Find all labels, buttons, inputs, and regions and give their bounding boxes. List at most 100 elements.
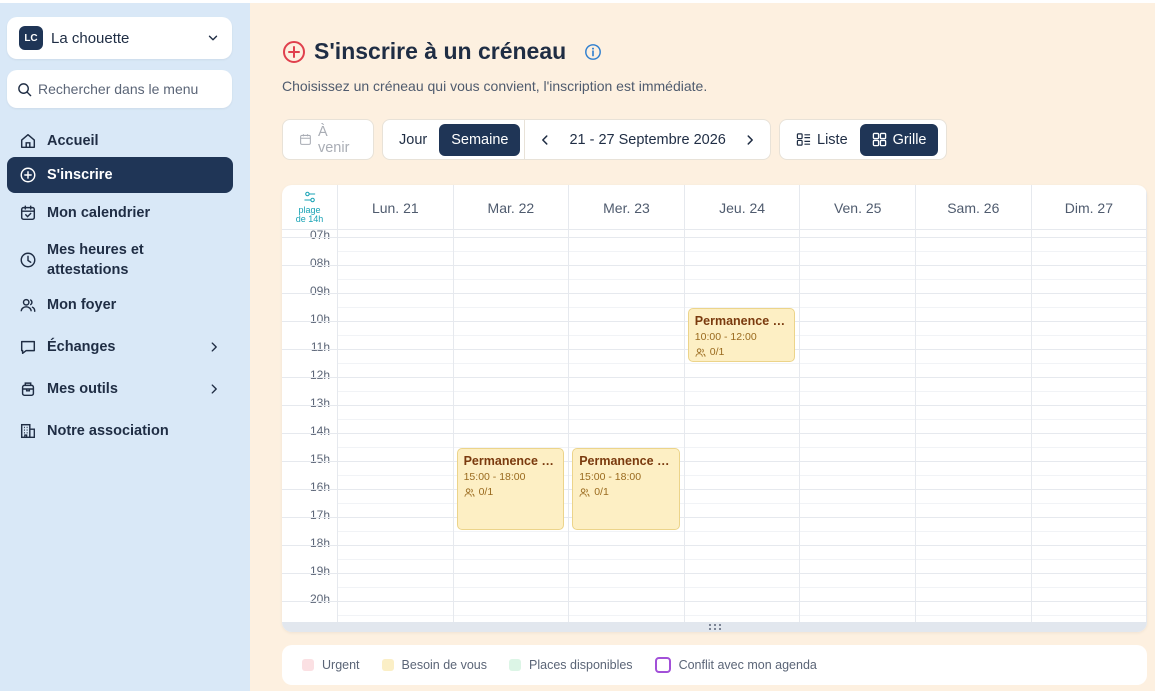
plus-circle-icon: [283, 40, 305, 63]
page-title: S'inscrire à un créneau: [314, 38, 567, 64]
sidebar-item-mes-heures[interactable]: Mes heures et attestations: [7, 239, 233, 281]
legend-item: Places disponibles: [509, 658, 633, 672]
sidebar-item-mon-foyer[interactable]: Mon foyer: [7, 288, 233, 322]
sidebar-item-mon-calendrier[interactable]: Mon calendrier: [7, 196, 233, 230]
legend-label: Places disponibles: [529, 658, 633, 672]
building-icon: [20, 423, 35, 439]
org-name: La chouette: [51, 29, 130, 47]
users-icon: [464, 487, 475, 497]
grid-icon: [872, 132, 886, 147]
calendar-header: plage de 14h Lun. 21 Mar. 22 Mer. 23 Jeu. 2…: [282, 185, 1147, 230]
event-title: Permanence Bi...: [579, 454, 673, 468]
sidebar-item-label: Mes heures et attestations: [47, 242, 144, 278]
legend-label: Conflit avec mon agenda: [678, 658, 817, 672]
calendar-grid: 07h 08h 09h 10h 11h 12h 13h 14h 15h 16h 17h 18h 19h 2…: [282, 230, 1147, 622]
resize-handle[interactable]: [282, 622, 1147, 632]
calendar-icon: [300, 134, 311, 145]
event-time: 10:00 - 12:00: [694, 331, 757, 343]
day-column-header: Mer. 23: [569, 185, 685, 230]
list-view-button[interactable]: Liste: [784, 124, 860, 156]
sidebar-item-notre-association[interactable]: Notre association: [7, 414, 233, 448]
day-column-header: Dim. 27: [1032, 185, 1147, 230]
day-column-header: Mar. 22: [454, 185, 570, 230]
chevron-right-icon: [747, 134, 753, 145]
shift-event[interactable]: Permanence Bi... 15:00 - 18:00 0/1: [572, 448, 680, 530]
legend-item: Besoin de vous: [381, 658, 488, 672]
hour-label: 20h: [309, 592, 330, 606]
hour-label: 17h: [309, 508, 330, 522]
next-period-button[interactable]: [734, 124, 766, 156]
event-title: Permanence Bi...: [694, 314, 789, 328]
info-icon[interactable]: [584, 43, 602, 61]
clock-icon: [20, 252, 36, 268]
sidebar-item-accueil[interactable]: Accueil: [7, 124, 233, 158]
day-column-header: Ven. 25: [800, 185, 916, 230]
legend-swatch: [654, 657, 671, 673]
hour-gridline: [282, 377, 1147, 378]
hour-label: 12h: [309, 368, 330, 382]
sidebar-item-label: Échanges: [47, 339, 116, 355]
organization-selector[interactable]: LC La chouette: [7, 17, 232, 59]
hour-gridline: [282, 237, 1147, 238]
upcoming-button[interactable]: À venir: [287, 124, 369, 156]
view-week-button[interactable]: Semaine: [439, 123, 521, 156]
toolbox-icon: [21, 382, 35, 397]
drag-handle-icon: [708, 624, 721, 630]
chevron-right-icon: [211, 342, 217, 352]
half-hour-gridline: [338, 251, 1147, 252]
page-subtitle: Choisissez un créneau qui vous convient,…: [282, 78, 708, 94]
chevron-down-icon: [208, 35, 218, 41]
grid-view-button[interactable]: Grille: [859, 123, 939, 156]
half-hour-gridline: [338, 587, 1147, 588]
legend-label: Besoin de vous: [401, 658, 488, 672]
users-icon: [695, 347, 706, 357]
divider: [524, 119, 526, 160]
hour-gridline: [282, 573, 1147, 574]
legend-swatch: [381, 659, 394, 671]
calendar-legend: Urgent Besoin de vous Places disponibles Co…: [282, 645, 1147, 685]
legend-swatch: [302, 659, 314, 671]
hour-gridline: [282, 517, 1147, 518]
sidebar-item-label: Mon calendrier: [47, 205, 151, 221]
previous-period-button[interactable]: [529, 124, 561, 156]
main-content: S'inscrire à un créneau Choisissez un cr…: [250, 3, 1155, 691]
home-icon: [20, 133, 36, 149]
day-column-divider: [568, 230, 570, 622]
hour-label: 18h: [309, 536, 330, 550]
list-icon: [796, 133, 811, 146]
shift-event[interactable]: Permanence Bi... 15:00 - 18:00 0/1: [456, 448, 565, 530]
legend-swatch: [509, 659, 522, 671]
time-range-toggle[interactable]: plage de 14h: [282, 185, 338, 230]
hour-label: 19h: [309, 564, 330, 578]
shift-event[interactable]: Permanence Bi... 10:00 - 12:00 0/1: [687, 308, 796, 362]
day-column-header: Lun. 21: [338, 185, 454, 230]
plus-circle-icon: [20, 167, 36, 183]
time-range-label: plage de 14h: [295, 205, 324, 224]
legend-item: Urgent: [302, 658, 360, 672]
search-icon: [18, 82, 32, 96]
sidebar-item-mes-outils[interactable]: Mes outils: [7, 372, 233, 406]
legend-item: Conflit avec mon agenda: [654, 657, 817, 673]
sidebar-item-label: Accueil: [47, 133, 99, 149]
day-column-divider: [915, 230, 916, 622]
sidebar-item-label: Notre association: [47, 423, 169, 439]
hour-label: 14h: [309, 424, 330, 438]
sidebar-item-label: S'inscrire: [47, 167, 113, 183]
legend-label: Urgent: [322, 658, 360, 672]
half-hour-gridline: [338, 531, 1147, 532]
view-day-button[interactable]: Jour: [387, 124, 439, 156]
half-hour-gridline: [338, 615, 1147, 616]
event-places-count: 0/1: [594, 486, 609, 498]
users-icon: [20, 298, 36, 313]
event-places: 0/1: [464, 486, 558, 498]
hour-gridline: [282, 461, 1147, 462]
list-view-label: Liste: [817, 131, 848, 148]
sidebar-item-sinscrire[interactable]: S'inscrire: [7, 157, 233, 193]
sidebar-item-echanges[interactable]: Échanges: [7, 330, 233, 364]
half-hour-gridline: [338, 363, 1147, 364]
sliders-icon: [303, 191, 315, 203]
hour-gridline: [282, 433, 1147, 434]
message-icon: [20, 340, 36, 355]
menu-search-input[interactable]: [38, 81, 203, 97]
hour-label: 15h: [309, 452, 330, 466]
